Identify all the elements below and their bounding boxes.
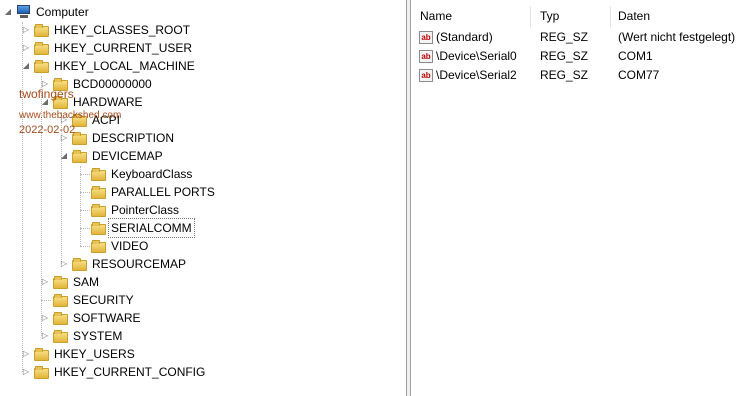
folder-icon: [91, 221, 107, 235]
computer-icon: [16, 5, 32, 19]
expand-arrow-icon[interactable]: ▷: [21, 21, 31, 39]
tree-node-hkey-current-config[interactable]: ▷ HKEY_CURRENT_CONFIG: [21, 363, 205, 381]
tree-node-label: BCD00000000: [73, 77, 152, 91]
column-header-name[interactable]: Name: [420, 6, 452, 26]
value-row[interactable]: ab (Standard) REG_SZ (Wert nicht festgel…: [411, 28, 755, 47]
string-value-icon: ab: [419, 69, 433, 82]
string-value-icon: ab: [419, 50, 433, 63]
tree-node-label: HKEY_USERS: [54, 347, 135, 361]
tree-node-software[interactable]: ▷ SOFTWARE: [40, 309, 141, 327]
expand-arrow-icon[interactable]: ▷: [40, 309, 50, 327]
tree-node-label: SYSTEM: [73, 329, 123, 343]
tree-node-label-selected: SERIALCOMM: [108, 218, 195, 238]
folder-icon: [91, 167, 107, 181]
column-header-data[interactable]: Daten: [618, 6, 650, 26]
tree-node-label: SECURITY: [73, 293, 134, 307]
tree-node-parallel-ports[interactable]: PARALLEL PORTS: [78, 183, 215, 201]
tree-node-system[interactable]: ▷ SYSTEM: [40, 327, 122, 345]
string-value-icon: ab: [419, 31, 433, 44]
tree-node-sam[interactable]: ▷ SAM: [40, 273, 99, 291]
collapse-arrow-icon[interactable]: ◢: [21, 57, 31, 75]
tree-node-description[interactable]: ▷ DESCRIPTION: [59, 129, 174, 147]
folder-icon: [91, 185, 107, 199]
tree-node-label: HKEY_CURRENT_CONFIG: [54, 365, 206, 379]
tree-node-label: VIDEO: [111, 239, 149, 253]
value-name: \Device\Serial2: [436, 68, 517, 82]
folder-icon: [72, 149, 88, 163]
tree-node-video[interactable]: VIDEO: [78, 237, 148, 255]
tree-node-label: RESOURCEMAP: [92, 257, 187, 271]
value-name: (Standard): [436, 30, 493, 44]
folder-icon: [53, 275, 69, 289]
column-header-type[interactable]: Typ: [540, 6, 559, 26]
collapse-arrow-icon[interactable]: ◢: [59, 147, 69, 165]
tree-node-pointerclass[interactable]: PointerClass: [78, 201, 179, 219]
tree-node-label: HKEY_LOCAL_MACHINE: [54, 59, 195, 73]
tree-node-security[interactable]: SECURITY: [40, 291, 134, 309]
expand-arrow-icon[interactable]: ▷: [21, 345, 31, 363]
folder-icon: [91, 203, 107, 217]
tree-node-label: PointerClass: [111, 203, 180, 217]
tree-node-hkey-users[interactable]: ▷ HKEY_USERS: [21, 345, 135, 363]
folder-icon: [34, 59, 50, 73]
tree-node-hkey-classes-root[interactable]: ▷ HKEY_CLASSES_ROOT: [21, 21, 190, 39]
tree-node-devicemap[interactable]: ◢ DEVICEMAP: [59, 147, 163, 165]
value-data: COM77: [618, 68, 660, 82]
value-type: REG_SZ: [540, 30, 589, 44]
folder-icon: [91, 239, 107, 253]
tree-node-label: KeyboardClass: [111, 167, 193, 181]
folder-icon: [53, 293, 69, 307]
tree-node-keyboardclass[interactable]: KeyboardClass: [78, 165, 192, 183]
folder-icon: [34, 347, 50, 361]
expand-arrow-icon[interactable]: ▷: [40, 273, 50, 291]
folder-icon: [53, 329, 69, 343]
value-data: COM1: [618, 49, 653, 63]
expand-arrow-icon[interactable]: ▷: [40, 327, 50, 345]
collapse-arrow-icon[interactable]: ◢: [3, 3, 13, 21]
tree-node-label: DEVICEMAP: [92, 149, 163, 163]
tree-node-label: HKEY_CLASSES_ROOT: [54, 23, 191, 37]
value-row[interactable]: ab \Device\Serial0 REG_SZ COM1: [411, 47, 755, 66]
tree-node-label: HKEY_CURRENT_USER: [54, 41, 193, 55]
tree-node-hkey-local-machine[interactable]: ◢ HKEY_LOCAL_MACHINE: [21, 57, 195, 75]
watermark-date: 2022-02-02: [19, 124, 76, 136]
tree-node-serialcomm[interactable]: SERIALCOMM: [78, 218, 195, 238]
registry-values-pane[interactable]: Name Typ Daten ab (Standard) REG_SZ (Wer…: [411, 0, 755, 396]
tree-node-computer[interactable]: ◢ Computer: [3, 3, 89, 21]
folder-icon: [34, 23, 50, 37]
tree-node-hkey-current-user[interactable]: ▷ HKEY_CURRENT_USER: [21, 39, 192, 57]
value-type: REG_SZ: [540, 68, 589, 82]
tree-node-label: DESCRIPTION: [92, 131, 175, 145]
value-row[interactable]: ab \Device\Serial2 REG_SZ COM77: [411, 66, 755, 85]
tree-node-resourcemap[interactable]: ▷ RESOURCEMAP: [59, 255, 186, 273]
folder-icon: [72, 257, 88, 271]
expand-arrow-icon[interactable]: ▷: [59, 255, 69, 273]
watermark-site: www.thebackshed.com: [19, 110, 122, 121]
value-type: REG_SZ: [540, 49, 589, 63]
column-separator[interactable]: [530, 6, 531, 28]
tree-node-label: SOFTWARE: [73, 311, 141, 325]
tree-node-label: Computer: [36, 5, 89, 19]
folder-icon: [34, 365, 50, 379]
registry-tree-pane[interactable]: ◢ Computer ▷ HKEY_CLASSES_ROOT ▷ HKEY_CU…: [0, 0, 406, 396]
folder-icon: [53, 311, 69, 325]
folder-icon: [34, 41, 50, 55]
watermark-user: twofingers: [19, 87, 74, 101]
expand-arrow-icon[interactable]: ▷: [21, 363, 31, 381]
tree-node-label: PARALLEL PORTS: [111, 185, 215, 199]
column-separator[interactable]: [610, 6, 611, 28]
value-data: (Wert nicht festgelegt): [618, 30, 736, 44]
tree-node-label: SAM: [73, 275, 100, 289]
value-name: \Device\Serial0: [436, 49, 517, 63]
expand-arrow-icon[interactable]: ▷: [21, 39, 31, 57]
